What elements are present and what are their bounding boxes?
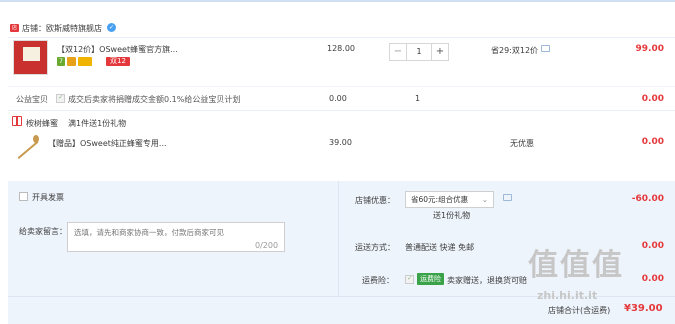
shop-icon: 店铺 xyxy=(10,24,19,39)
product-thumbnail[interactable] xyxy=(13,40,48,75)
chevron-down-icon: ⌄ xyxy=(481,195,488,204)
charity-checkbox[interactable] xyxy=(56,93,65,103)
quantity-plus-button[interactable]: + xyxy=(431,43,449,61)
chat-bubble-icon[interactable]: ✓ xyxy=(107,23,116,32)
gift-condition: 满1件送1份礼物 xyxy=(68,119,127,128)
seller-message-input[interactable] xyxy=(67,222,285,252)
charity-label: 公益宝贝 xyxy=(16,95,48,104)
charity-price: 0.00 xyxy=(329,94,347,103)
shop-total: ¥39.00 xyxy=(624,303,663,314)
divider xyxy=(8,86,675,87)
vertical-divider xyxy=(338,181,339,296)
message-char-count: 0/200 xyxy=(255,241,279,250)
shop-name[interactable]: 店铺：欧斯威特旗舰店 xyxy=(22,23,102,34)
insurance-label: 运费险： xyxy=(362,276,394,285)
shipping-method: 普通配送 快递 免邮 xyxy=(405,243,475,252)
gift-price: 39.00 xyxy=(329,138,352,147)
discount-amount: -60.00 xyxy=(631,194,664,204)
shipping-label: 运送方式： xyxy=(355,243,395,252)
shop-total-label: 店铺合计(含运费) xyxy=(548,306,611,315)
charity-total: 0.00 xyxy=(641,94,664,104)
quantity-minus-button[interactable]: − xyxy=(389,43,407,61)
gift-total: 0.00 xyxy=(641,137,664,147)
charity-text: 成交后卖家将捐赠成交金额0.1%给公益宝贝计划 xyxy=(68,95,241,104)
spoon-head xyxy=(33,135,39,143)
gift-title[interactable]: 【赠品】OSweet纯正蜂蜜专用... xyxy=(48,138,167,149)
guarantee-badge-icon xyxy=(67,57,76,66)
invoice-label: 开具发票 xyxy=(32,193,64,202)
gift-section-label: 桉树蜂蜜 xyxy=(26,119,58,128)
discount-select[interactable]: 省60元:组合优惠 ⌄ xyxy=(405,191,494,208)
insurance-checkbox[interactable] xyxy=(405,274,414,284)
message-label: 给卖家留言： xyxy=(19,227,67,236)
discount-note: 送1份礼物 xyxy=(433,211,471,220)
quantity-input[interactable]: 1 xyxy=(406,43,432,61)
charity-qty: 1 xyxy=(415,94,421,103)
invoice-checkbox[interactable] xyxy=(19,192,28,201)
discount-select-value: 省60元:组合优惠 xyxy=(411,195,469,204)
card-badge-icon xyxy=(78,57,92,66)
promo-text: 省29:双12价 xyxy=(491,46,539,55)
gift-promo: 无优惠 xyxy=(510,139,534,148)
item-total: 99.00 xyxy=(635,44,664,54)
gift-icon xyxy=(12,116,22,126)
discount-label: 店铺优惠： xyxy=(355,196,395,205)
insurance-amount: 0.00 xyxy=(641,274,664,284)
7-day-return-badge: 7 xyxy=(57,57,65,66)
shipping-amount: 0.00 xyxy=(641,241,664,251)
promo-chat-icon[interactable] xyxy=(541,45,550,52)
spoon-thumbnail[interactable] xyxy=(17,140,39,160)
double12-badge: 双12 xyxy=(106,57,130,66)
insurance-tag: 运费险 xyxy=(417,273,444,285)
top-border xyxy=(0,0,675,2)
watermark-site: zhi.hi.it.it xyxy=(537,289,598,302)
watermark-logo: 值值值 xyxy=(528,248,624,283)
discount-chat-icon[interactable] xyxy=(503,194,512,201)
product-title[interactable]: 【双12价】OSweet蜂蜜官方旗... xyxy=(57,44,178,55)
divider xyxy=(8,37,675,38)
divider xyxy=(8,110,675,111)
insurance-text: 卖家赠送，退换货可赔 xyxy=(447,276,527,285)
unit-price: 128.00 xyxy=(327,44,355,53)
